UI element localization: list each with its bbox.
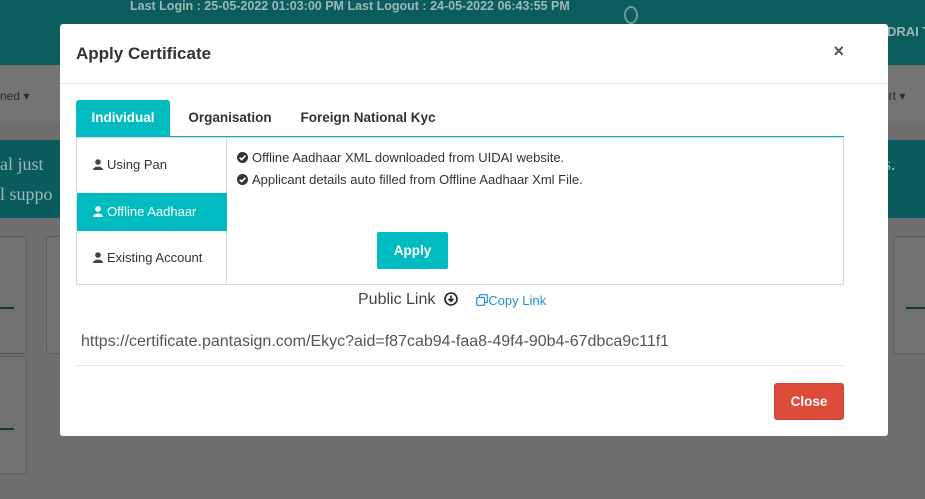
- bg-card: [0, 356, 27, 474]
- sidebar-item-label: Using Pan: [107, 157, 167, 172]
- certificate-type-tabs: Individual Organisation Foreign National…: [76, 100, 844, 138]
- bg-card: [0, 236, 27, 354]
- user-icon: [93, 159, 103, 170]
- download-circle-icon[interactable]: [444, 292, 458, 306]
- apply-button[interactable]: Apply: [377, 232, 448, 269]
- public-link-row: Public Link Copy Link: [358, 291, 546, 313]
- nav-item-left[interactable]: ned ▾: [0, 89, 29, 103]
- bg-divider: [0, 428, 14, 430]
- close-icon[interactable]: ×: [833, 42, 844, 60]
- sidebar-item-using-pan[interactable]: Using Pan: [77, 146, 227, 184]
- copy-link-label: Copy Link: [488, 292, 547, 308]
- bg-divider: [906, 307, 925, 309]
- public-link-label: Public Link: [358, 291, 436, 308]
- bg-card: [893, 236, 925, 354]
- public-link-url[interactable]: https://certificate.pantasign.com/Ekyc?a…: [81, 333, 669, 351]
- tab-organisation[interactable]: Organisation: [180, 100, 280, 138]
- user-icon: [93, 206, 103, 217]
- info-text: Offline Aadhaar XML downloaded from UIDA…: [252, 150, 565, 165]
- info-line: Applicant details auto filled from Offli…: [237, 172, 583, 187]
- info-text: Applicant details auto filled from Offli…: [252, 172, 583, 187]
- user-name: DRAI TRIV: [887, 24, 925, 39]
- last-login-info: Last Login : 25-05-2022 01:03:00 PM Last…: [130, 0, 570, 13]
- bg-divider: [0, 307, 14, 309]
- tab-individual[interactable]: Individual: [76, 100, 170, 138]
- modal-header: Apply Certificate ×: [60, 24, 888, 84]
- public-link-url-row: https://certificate.pantasign.com/Ekyc?a…: [76, 324, 844, 366]
- modal-title: Apply Certificate: [76, 44, 212, 63]
- location-icon: [624, 6, 638, 24]
- sidebar-item-existing-account[interactable]: Existing Account: [77, 239, 227, 277]
- tab-foreign-national-kyc[interactable]: Foreign National Kyc: [296, 100, 440, 138]
- method-sidebar: Using Pan Offline Aadhaar Existing Accou…: [77, 138, 227, 284]
- check-circle-icon: [237, 151, 248, 163]
- tab-panel: Using Pan Offline Aadhaar Existing Accou…: [76, 137, 844, 285]
- banner-text-2: l suppo: [0, 184, 53, 204]
- sidebar-item-label: Offline Aadhaar: [107, 204, 197, 219]
- sidebar-item-label: Existing Account: [107, 250, 203, 265]
- check-circle-icon: [237, 173, 248, 185]
- method-content: Offline Aadhaar XML downloaded from UIDA…: [227, 138, 843, 284]
- banner-text-1: al just: [0, 154, 44, 174]
- user-icon: [93, 252, 103, 263]
- copy-icon: [476, 294, 489, 306]
- apply-certificate-modal: Apply Certificate × Individual Organisat…: [60, 24, 888, 436]
- sidebar-item-offline-aadhaar[interactable]: Offline Aadhaar: [77, 193, 227, 231]
- copy-link-button[interactable]: Copy Link: [476, 293, 546, 308]
- info-line: Offline Aadhaar XML downloaded from UIDA…: [237, 150, 564, 165]
- close-button[interactable]: Close: [774, 383, 844, 420]
